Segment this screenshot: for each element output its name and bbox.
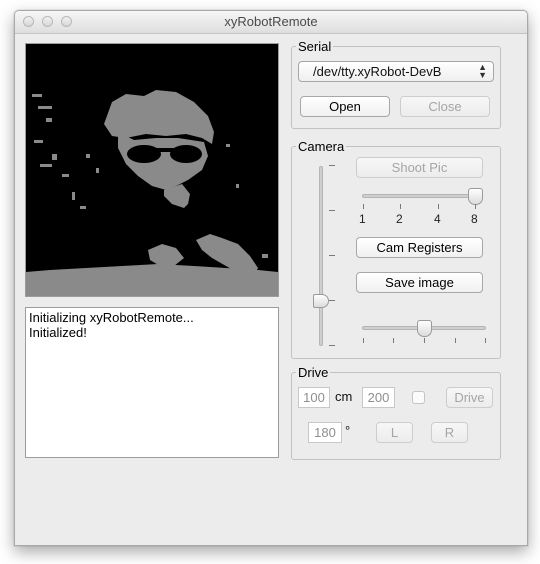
slider-tick — [363, 338, 364, 343]
slider-tick — [329, 210, 335, 211]
slider-tick — [329, 300, 335, 301]
distance-field[interactable]: 100 — [298, 387, 330, 408]
open-button[interactable]: Open — [300, 96, 390, 117]
turn-left-button[interactable]: L — [376, 422, 413, 443]
serial-port-select[interactable]: /dev/tty.xyRobot-DevB ▲ ▼ — [298, 61, 494, 82]
slider-tick — [329, 255, 335, 256]
slider-tick — [393, 338, 394, 343]
app-window: xyRobotRemote Initializing xyRobotRemote… — [14, 10, 528, 546]
serial-legend: Serial — [298, 39, 332, 54]
drive-group: Drive — [291, 365, 501, 460]
select-arrows-icon: ▲ ▼ — [478, 62, 487, 80]
slider-tick — [363, 204, 364, 209]
angle-unit: ° — [345, 423, 351, 438]
slider-tick — [455, 338, 456, 343]
slider-tick — [475, 204, 476, 209]
save-image-button[interactable]: Save image — [356, 272, 483, 293]
scale-slider-track[interactable] — [362, 194, 482, 198]
angle-field[interactable]: 180 — [308, 422, 342, 443]
shoot-pic-button[interactable]: Shoot Pic — [356, 157, 483, 178]
log-line: Initializing xyRobotRemote... — [29, 310, 194, 325]
slider-tick — [438, 204, 439, 209]
close-button[interactable]: Close — [400, 96, 490, 117]
scale-tick-label: 4 — [434, 212, 441, 226]
window-title: xyRobotRemote — [224, 14, 318, 29]
drive-checkbox[interactable] — [412, 391, 425, 404]
camera-legend: Camera — [298, 139, 345, 154]
slider-tick — [400, 204, 401, 209]
camera-picture — [26, 44, 278, 296]
vertical-slider-thumb[interactable] — [313, 293, 329, 308]
slider-tick — [329, 345, 335, 346]
serial-port-value: /dev/tty.xyRobot-DevB — [313, 64, 442, 79]
drive-legend: Drive — [298, 365, 329, 380]
scale-tick-label: 2 — [396, 212, 403, 226]
turn-right-button[interactable]: R — [431, 422, 468, 443]
speed-field[interactable]: 200 — [362, 387, 395, 408]
scale-tick-label: 8 — [471, 212, 478, 226]
scale-slider-thumb[interactable] — [468, 188, 483, 205]
title-bar: xyRobotRemote — [15, 11, 527, 34]
camera-image — [25, 43, 279, 297]
drive-button[interactable]: Drive — [446, 387, 493, 408]
distance-unit: cm — [335, 389, 353, 404]
slider-tick — [485, 338, 486, 343]
slider-tick — [424, 338, 425, 343]
log-text-area[interactable]: Initializing xyRobotRemote... Initialize… — [25, 307, 279, 458]
vertical-slider-track[interactable] — [319, 166, 323, 346]
slider-tick — [329, 165, 335, 166]
log-line: Initialized! — [29, 325, 87, 340]
horizontal-slider-thumb[interactable] — [416, 320, 432, 337]
scale-tick-label: 1 — [359, 212, 366, 226]
cam-registers-button[interactable]: Cam Registers — [356, 237, 483, 258]
